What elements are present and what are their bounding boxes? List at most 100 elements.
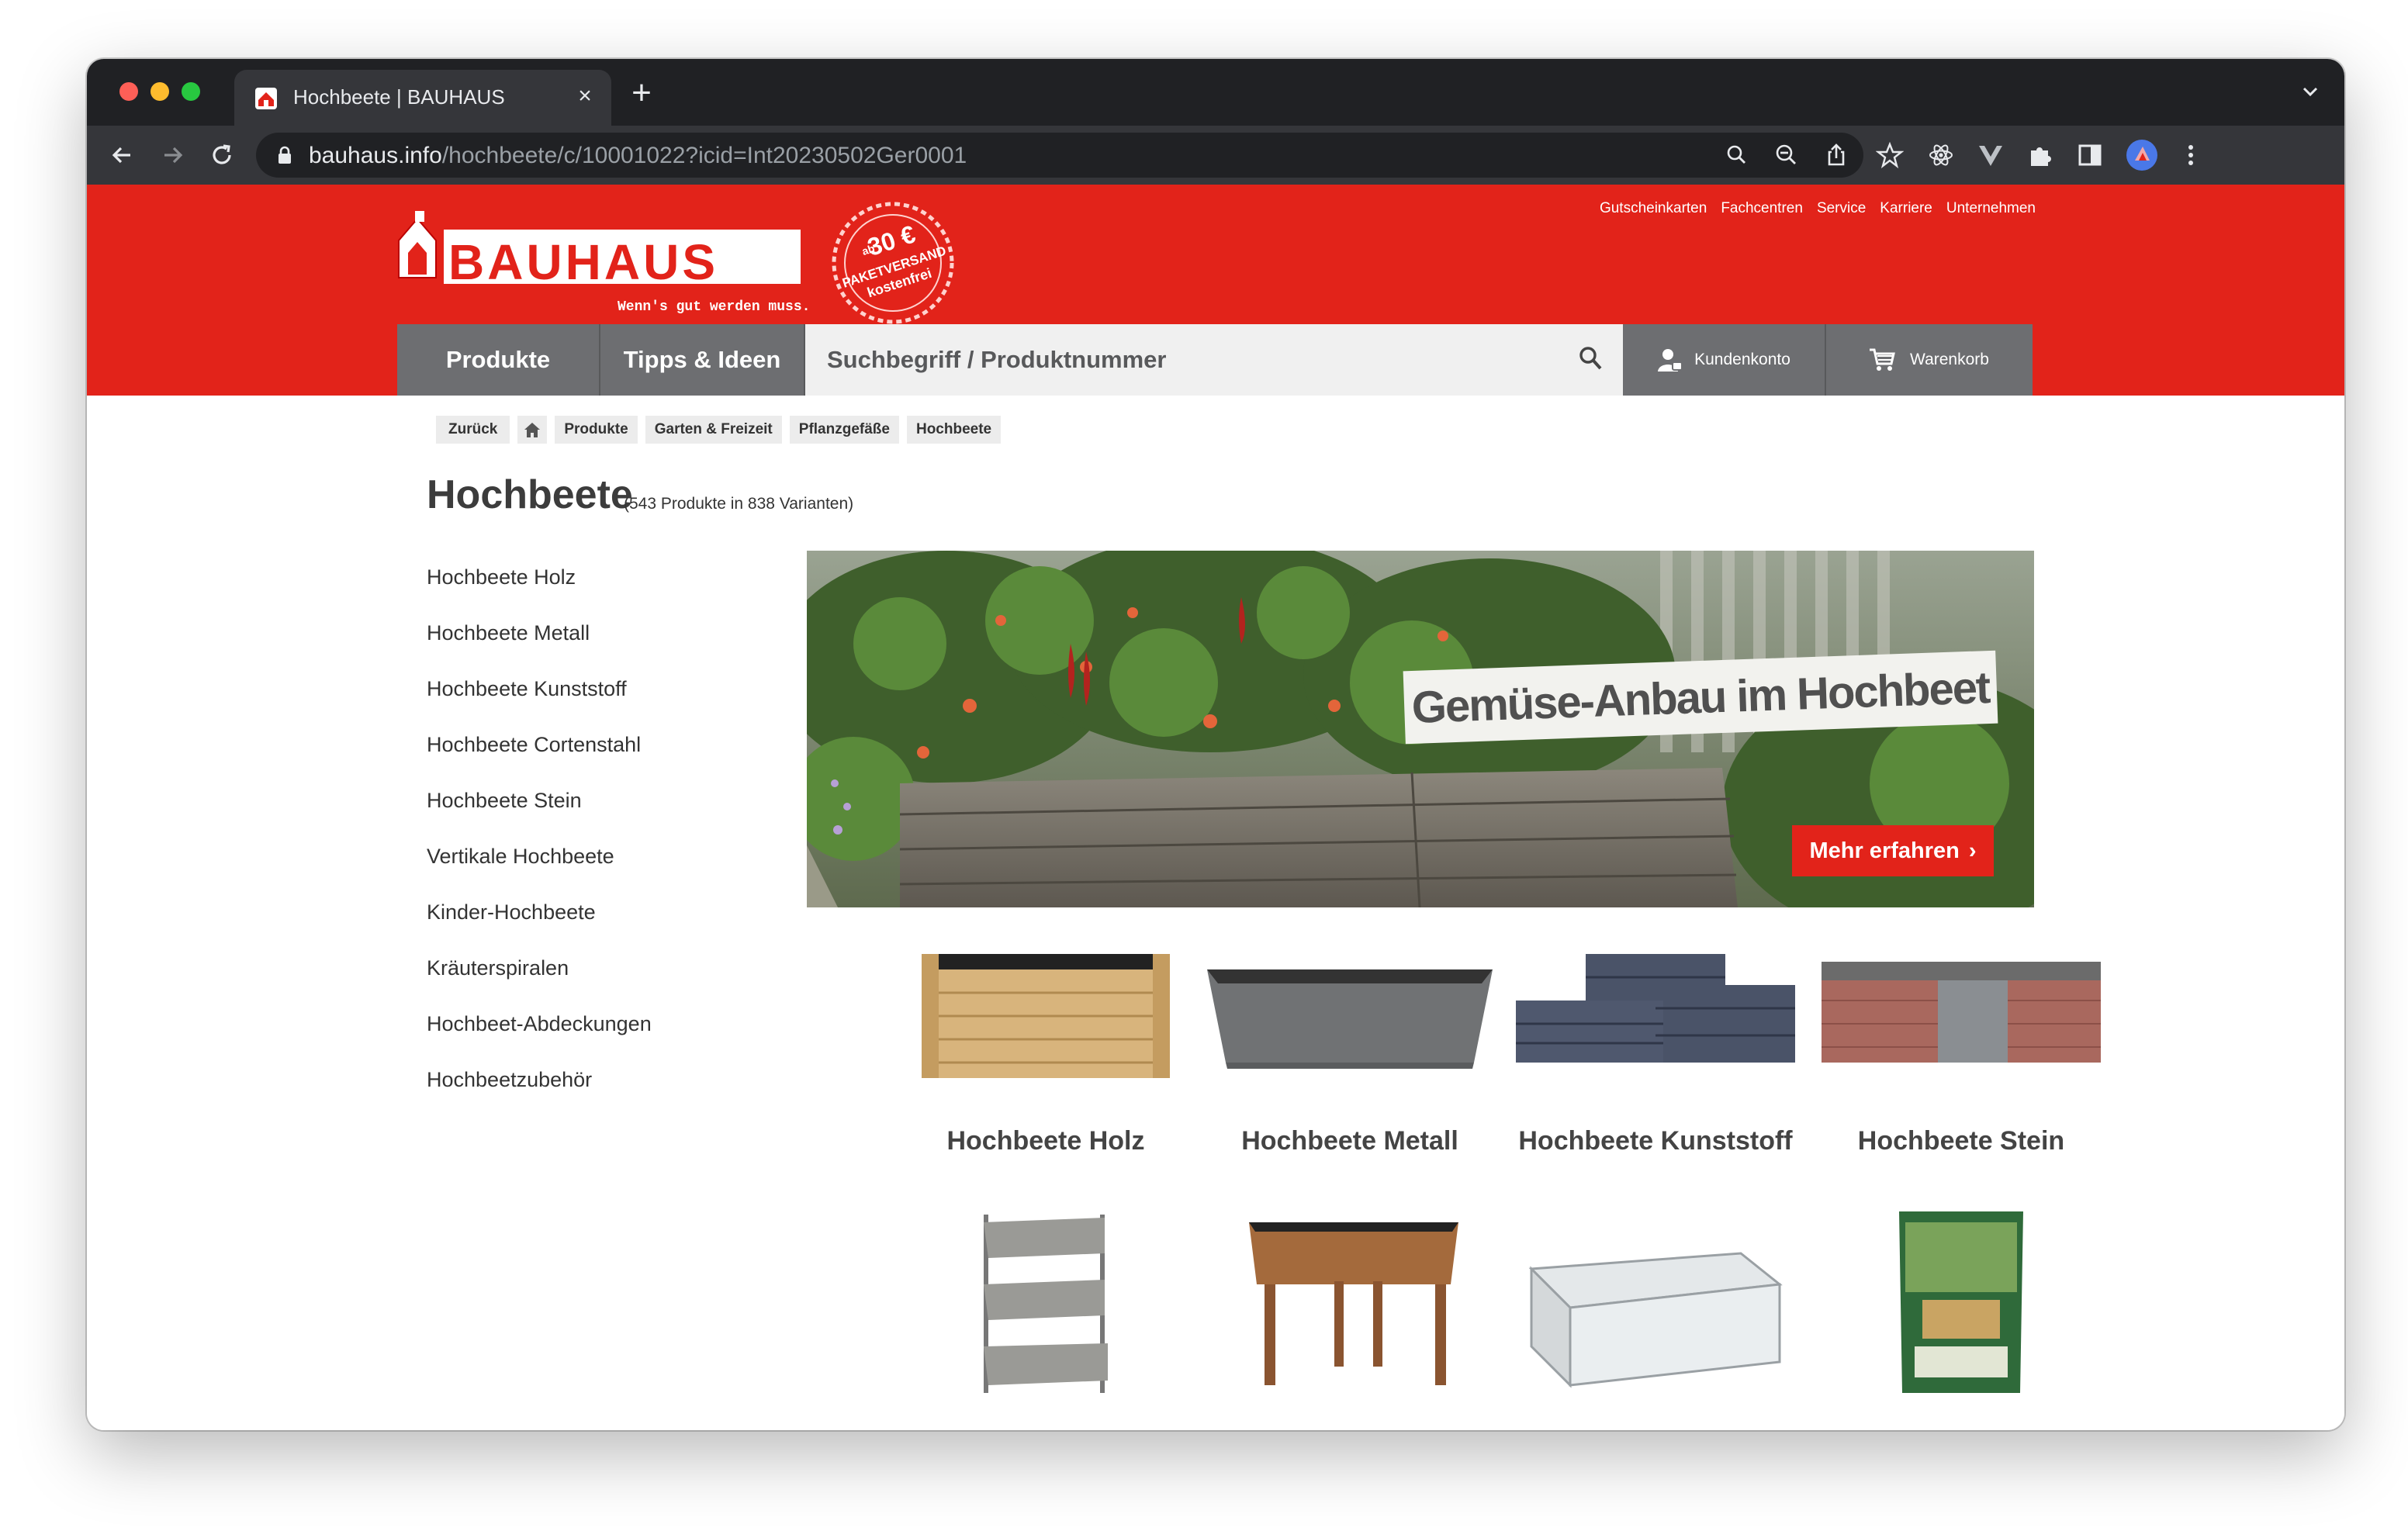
toplink-unternehmen[interactable]: Unternehmen — [1946, 200, 2036, 217]
breadcrumb-back[interactable]: Zurück — [436, 416, 510, 444]
site-header: BAUHAUS Wenn's gut werden muss. ab 30 € … — [87, 185, 2344, 396]
metal-raised-bed-image — [1207, 969, 1493, 1069]
toplink-service[interactable]: Service — [1817, 200, 1866, 217]
logo-slogan: Wenn's gut werden muss. — [618, 299, 808, 315]
more-info-label: Mehr erfahren — [1809, 838, 1960, 863]
search-input[interactable]: Suchbegriff / Produktnummer — [805, 324, 1623, 396]
vue-devtools-icon[interactable] — [1977, 141, 2005, 169]
vertical-planter-image — [984, 1215, 1108, 1393]
sidebar-item-zubehoer[interactable]: Hochbeetzubehör — [427, 1066, 768, 1121]
logo-wordmark: BAUHAUS — [448, 234, 718, 290]
breadcrumb-home[interactable] — [517, 416, 548, 444]
shopping-cart-icon — [1870, 348, 1895, 371]
category-tile-zubehoer[interactable] — [1814, 1207, 2109, 1408]
extensions-puzzle-icon[interactable] — [2026, 141, 2054, 169]
category-tile-abdeckungen[interactable] — [1508, 1207, 1803, 1408]
nav-cart-label: Warenkorb — [1910, 351, 1989, 368]
product-count: (543 Produkte in 838 Varianten) — [624, 495, 854, 513]
tab-close-icon[interactable]: × — [571, 82, 599, 110]
toplink-karriere[interactable]: Karriere — [1880, 200, 1932, 217]
category-label: Hochbeete Kunststoff — [1518, 1126, 1793, 1156]
close-window-button[interactable] — [119, 82, 138, 101]
tab-search-chevron-icon[interactable] — [2295, 76, 2326, 107]
chevron-right-icon: › — [1968, 838, 1977, 863]
page-title: Hochbeete — [427, 472, 633, 517]
nav-tips[interactable]: Tipps & Ideen — [600, 324, 805, 396]
new-tab-button[interactable]: + — [624, 76, 659, 112]
address-bar[interactable]: bauhaus.info/hochbeete/c/10001022?icid=I… — [256, 133, 1863, 178]
category-sidebar: Hochbeete Holz Hochbeete Metall Hochbeet… — [427, 563, 768, 1121]
home-icon — [524, 423, 541, 437]
soil-bag-image — [1899, 1211, 2023, 1393]
breadcrumb-garten[interactable]: Garten & Freizeit — [645, 416, 782, 444]
menu-kebab-icon[interactable] — [2177, 141, 2205, 169]
sidebar-item-stein[interactable]: Hochbeete Stein — [427, 786, 768, 842]
category-tile-stein[interactable]: Hochbeete Stein — [1814, 923, 2109, 1202]
sidebar-item-cortenstahl[interactable]: Hochbeete Cortenstahl — [427, 731, 768, 786]
category-tile-metall[interactable]: Hochbeete Metall — [1202, 923, 1497, 1202]
breadcrumb-pflanzgefaesse[interactable]: Pflanzgefäße — [789, 416, 899, 444]
search-placeholder: Suchbegriff / Produktnummer — [827, 346, 1167, 373]
toplink-gutscheinkarten[interactable]: Gutscheinkarten — [1600, 200, 1707, 217]
user-icon — [1658, 349, 1683, 372]
category-tile-kunststoff[interactable]: Hochbeete Kunststoff — [1508, 923, 1803, 1202]
breadcrumb-hochbeete[interactable]: Hochbeete — [906, 416, 1002, 444]
sidebar-item-metall[interactable]: Hochbeete Metall — [427, 619, 768, 675]
tab-bar: Hochbeete | BAUHAUS × + — [87, 59, 2344, 126]
sidebar-item-holz[interactable]: Hochbeete Holz — [427, 563, 768, 619]
category-label: Hochbeete Stein — [1857, 1126, 2065, 1156]
free-shipping-badge[interactable]: ab 30 € PAKETVERSAND kostenfrei — [829, 199, 957, 327]
category-tile-kinder[interactable] — [1202, 1207, 1497, 1408]
side-panel-icon[interactable] — [2076, 141, 2104, 169]
zoom-out-icon[interactable] — [1773, 142, 1800, 168]
nav-account[interactable]: Kundenkonto — [1623, 324, 1826, 396]
url-text[interactable]: bauhaus.info/hochbeete/c/10001022?icid=I… — [309, 143, 967, 169]
sidebar-item-vertikal[interactable]: Vertikale Hochbeete — [427, 842, 768, 898]
breadcrumb: Zurück Produkte Garten & Freizeit Pflanz… — [436, 416, 1002, 444]
bauhaus-favicon-icon — [255, 88, 277, 109]
maximize-window-button[interactable] — [182, 82, 200, 101]
reload-icon[interactable] — [203, 137, 240, 174]
web-page: BAUHAUS Wenn's gut werden muss. ab 30 € … — [87, 185, 2344, 1430]
tab-title: Hochbeete | BAUHAUS — [293, 85, 505, 109]
react-devtools-icon[interactable] — [1927, 141, 1955, 169]
main-nav: Produkte Tipps & Ideen Suchbegriff / Pro… — [397, 324, 2033, 396]
lock-icon[interactable] — [276, 146, 293, 164]
sidebar-item-kinder[interactable]: Kinder-Hochbeete — [427, 898, 768, 954]
banner-headline-text: Gemüse-Anbau im Hochbeet — [1410, 662, 1991, 733]
top-links: Gutscheinkarten Fachcentren Service Karr… — [1600, 200, 2036, 217]
toplink-fachcentren[interactable]: Fachcentren — [1721, 200, 1803, 217]
nav-account-label: Kundenkonto — [1694, 351, 1790, 368]
search-icon[interactable] — [1724, 142, 1750, 168]
plastic-raised-bed-image — [1516, 954, 1795, 1063]
back-arrow-icon[interactable] — [104, 137, 141, 174]
more-info-button[interactable]: Mehr erfahren › — [1792, 825, 1994, 876]
sidebar-item-kraeuterspiralen[interactable]: Kräuterspiralen — [427, 954, 768, 1010]
category-tile-vertikal[interactable] — [898, 1207, 1193, 1408]
category-tile-holz[interactable]: Hochbeete Holz — [898, 923, 1193, 1202]
bookmark-star-icon[interactable] — [1876, 141, 1904, 169]
profile-avatar-icon[interactable] — [2126, 139, 2158, 171]
url-host: bauhaus.info — [309, 143, 442, 168]
share-icon[interactable] — [1823, 142, 1849, 168]
browser-toolbar: bauhaus.info/hochbeete/c/10001022?icid=I… — [87, 126, 2344, 185]
browser-tab-active[interactable]: Hochbeete | BAUHAUS × — [234, 70, 611, 126]
promo-banner[interactable]: Gemüse-Anbau im Hochbeet Mehr erfahren › — [807, 551, 2034, 907]
stone-raised-bed-image — [1822, 962, 2101, 1063]
minimize-window-button[interactable] — [150, 82, 169, 101]
category-label: Hochbeete Metall — [1241, 1126, 1458, 1156]
sidebar-item-abdeckungen[interactable]: Hochbeet-Abdeckungen — [427, 1010, 768, 1066]
breadcrumb-produkte[interactable]: Produkte — [555, 416, 638, 444]
nav-products[interactable]: Produkte — [397, 324, 600, 396]
table-raised-bed-image — [1249, 1222, 1458, 1385]
forward-arrow-icon[interactable] — [154, 137, 191, 174]
greenhouse-cover-image — [1528, 1252, 1783, 1388]
url-path: /hochbeete/c/10001022?icid=Int20230502Ge… — [441, 143, 967, 168]
search-icon[interactable] — [1576, 344, 1604, 372]
bauhaus-logo[interactable]: BAUHAUS Wenn's gut werden muss. — [397, 208, 808, 316]
category-label: Hochbeete Holz — [946, 1126, 1145, 1156]
nav-cart[interactable]: Warenkorb — [1826, 324, 2031, 396]
wooden-raised-bed-image — [922, 954, 1170, 1078]
sidebar-item-kunststoff[interactable]: Hochbeete Kunststoff — [427, 675, 768, 731]
browser-window: Hochbeete | BAUHAUS × + bauhaus.info/hoc… — [87, 59, 2344, 1430]
